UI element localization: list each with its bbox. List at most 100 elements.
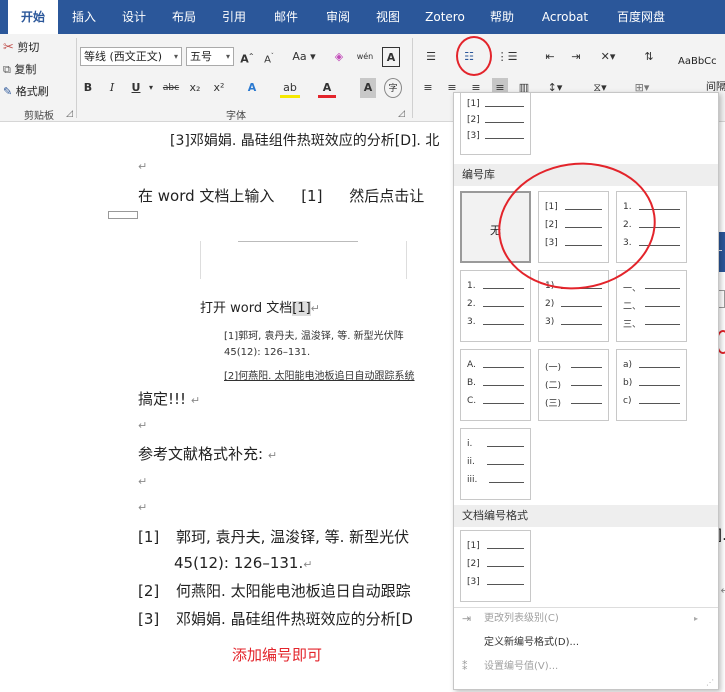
instruction-text: 在 word 文档上输入	[138, 187, 275, 205]
font-launcher-icon[interactable]: ◿	[398, 109, 405, 119]
character-shading-button[interactable]: A	[360, 78, 376, 98]
style-normal-preview[interactable]: AaBbCc	[678, 56, 717, 67]
grow-font-button[interactable]: A^	[238, 47, 256, 67]
paragraph-mark: ↵	[267, 449, 278, 462]
subscript-button[interactable]: x₂	[186, 78, 204, 98]
bullets-icon[interactable]: ☰	[420, 47, 442, 67]
image-ref1b: 45(12): 126–131.	[224, 347, 311, 358]
change-case-label: Aa	[292, 50, 307, 63]
ref-number: [3]	[138, 610, 160, 628]
list-marker: [2]	[467, 115, 480, 125]
caption-text: 打开 word 文档	[200, 301, 293, 316]
set-numbering-value-item[interactable]: ⁑ 设置编号值(V)...	[454, 656, 718, 678]
list-marker: c)	[623, 396, 632, 406]
paragraph-mark: ↵	[310, 302, 320, 315]
numbering-chinese-paren-card[interactable]: (一) (二) (三)	[538, 349, 609, 421]
cut-button[interactable]: ✂ 剪切	[3, 39, 39, 55]
annotation-circle-numbering-button	[456, 36, 492, 76]
decrease-indent-icon[interactable]: ⇤	[540, 47, 560, 67]
ref-text: 何燕阳. 太阳能电池板追日自动跟踪	[176, 582, 411, 600]
tab-review[interactable]: 审阅	[318, 0, 358, 34]
change-list-level-item[interactable]: ⇥ 更改列表级别(C) ▸	[454, 608, 718, 630]
text-effects-button[interactable]: A	[242, 78, 262, 98]
define-new-number-format-item[interactable]: 定义新编号格式(D)...	[454, 632, 718, 654]
clear-formatting-icon[interactable]: ◈	[330, 47, 348, 67]
numbering-lower-alpha-card[interactable]: a) b) c)	[616, 349, 687, 421]
tab-acrobat[interactable]: Acrobat	[532, 0, 598, 34]
copy-label: 复制	[14, 63, 37, 76]
numbering-roman-card[interactable]: i. ii. iii.	[460, 428, 531, 500]
strikethrough-button[interactable]: abc	[160, 78, 182, 98]
recent-numbering-card[interactable]: [1] [2] [3]	[460, 93, 531, 155]
supplement-heading: 参考文献格式补充: ↵	[138, 443, 277, 464]
font-name-select[interactable]: 等线 (西文正文) ▾	[80, 47, 182, 66]
phonetic-guide-button[interactable]: wén	[354, 47, 376, 67]
italic-button[interactable]: I	[104, 78, 120, 98]
character-border-button[interactable]: A	[382, 47, 400, 67]
change-case-button[interactable]: Aa ▾	[290, 47, 318, 67]
tab-mailings[interactable]: 邮件	[266, 0, 306, 34]
set-value-icon: ⁑	[462, 660, 468, 673]
font-color-button[interactable]: A	[318, 78, 336, 98]
ref-list-item-3: [3] 邓娟娟. 晶硅组件热斑效应的分析[D	[138, 608, 413, 629]
tab-layout[interactable]: 布局	[164, 0, 204, 34]
paragraph-mark: ↵	[138, 160, 148, 173]
chevron-down-icon[interactable]: ▾	[146, 78, 156, 98]
list-marker: [3]	[467, 131, 480, 141]
set-value-label: 设置编号值(V)...	[484, 661, 559, 672]
paragraph-mark: ↵	[138, 475, 148, 488]
doc-line-ref3: [3]邓娟娟. 晶硅组件热斑效应的分析[D]. 北	[170, 133, 440, 149]
ref-number: [1]	[138, 528, 160, 546]
shrink-font-button[interactable]: Aˇ	[260, 47, 278, 67]
numbering-upper-alpha-card[interactable]: A. B. C.	[460, 349, 531, 421]
list-marker: (一)	[545, 363, 562, 373]
format-painter-button[interactable]: ✎ 格式刷	[3, 83, 49, 99]
multilevel-list-icon[interactable]: ⋮☰	[496, 47, 518, 67]
chinese-layout-icon[interactable]: ✕▾	[596, 47, 620, 67]
format-painter-label: 格式刷	[15, 85, 49, 98]
list-marker: 3.	[467, 317, 476, 327]
paragraph-mark: ↵	[138, 419, 148, 432]
embedded-image-top	[238, 241, 358, 242]
tab-home[interactable]: 开始	[8, 0, 58, 34]
underline-button[interactable]: U	[128, 78, 144, 98]
resize-grip-icon[interactable]: ⋰	[706, 678, 714, 687]
enclose-characters-button[interactable]: 字	[384, 78, 402, 98]
style-spacing-preview[interactable]: 间隔	[706, 78, 725, 93]
align-left-icon[interactable]: ≡	[420, 78, 436, 98]
image-ref2: [2]何燕阳. 太阳能电池板追日自动跟踪系统	[224, 371, 415, 382]
done-text: 搞定!!! ↵	[138, 388, 200, 409]
tab-design[interactable]: 设计	[114, 0, 154, 34]
sort-icon[interactable]: ⇅	[640, 47, 658, 67]
group-separator	[412, 38, 413, 118]
tab-view[interactable]: 视图	[368, 0, 408, 34]
list-marker: 2.	[467, 299, 476, 309]
annotation-note: 添加编号即可	[232, 646, 323, 664]
group-separator	[76, 38, 77, 118]
numbering-chinese-card[interactable]: 一、 二、 三、	[616, 270, 687, 342]
done-label: 搞定!!!	[138, 390, 187, 408]
tab-references[interactable]: 引用	[214, 0, 254, 34]
increase-indent-icon[interactable]: ⇥	[566, 47, 586, 67]
table-handle[interactable]	[108, 211, 138, 219]
list-marker: [1]	[467, 99, 480, 109]
chevron-down-icon: ▾	[173, 52, 178, 61]
ref-list-item-1-cont: 45(12): 126–131.↵	[174, 554, 312, 572]
copy-button[interactable]: ⧉ 复制	[3, 61, 36, 77]
font-size-select[interactable]: 五号 ▾	[186, 47, 234, 66]
image-ref1a: [1]郭珂, 袁丹夫, 温浚铎, 等. 新型光伏阵	[224, 331, 404, 342]
list-marker: 三、	[623, 320, 642, 330]
bold-button[interactable]: B	[80, 78, 96, 98]
tab-help[interactable]: 帮助	[482, 0, 522, 34]
copy-icon: ⧉	[3, 63, 11, 76]
numbering-arabic-dot-card[interactable]: 1. 2. 3.	[460, 270, 531, 342]
tab-insert[interactable]: 插入	[64, 0, 104, 34]
ref-list-item-2: [2] 何燕阳. 太阳能电池板追日自动跟踪	[138, 580, 411, 601]
tab-zotero[interactable]: Zotero	[418, 0, 472, 34]
highlight-color-button[interactable]: ab	[280, 78, 300, 98]
superscript-button[interactable]: x²	[210, 78, 228, 98]
list-marker: C.	[467, 396, 477, 406]
clipboard-launcher-icon[interactable]: ◿	[66, 109, 73, 119]
tab-baidu-netdisk[interactable]: 百度网盘	[606, 0, 676, 34]
document-format-card[interactable]: [1] [2] [3]	[460, 530, 531, 602]
